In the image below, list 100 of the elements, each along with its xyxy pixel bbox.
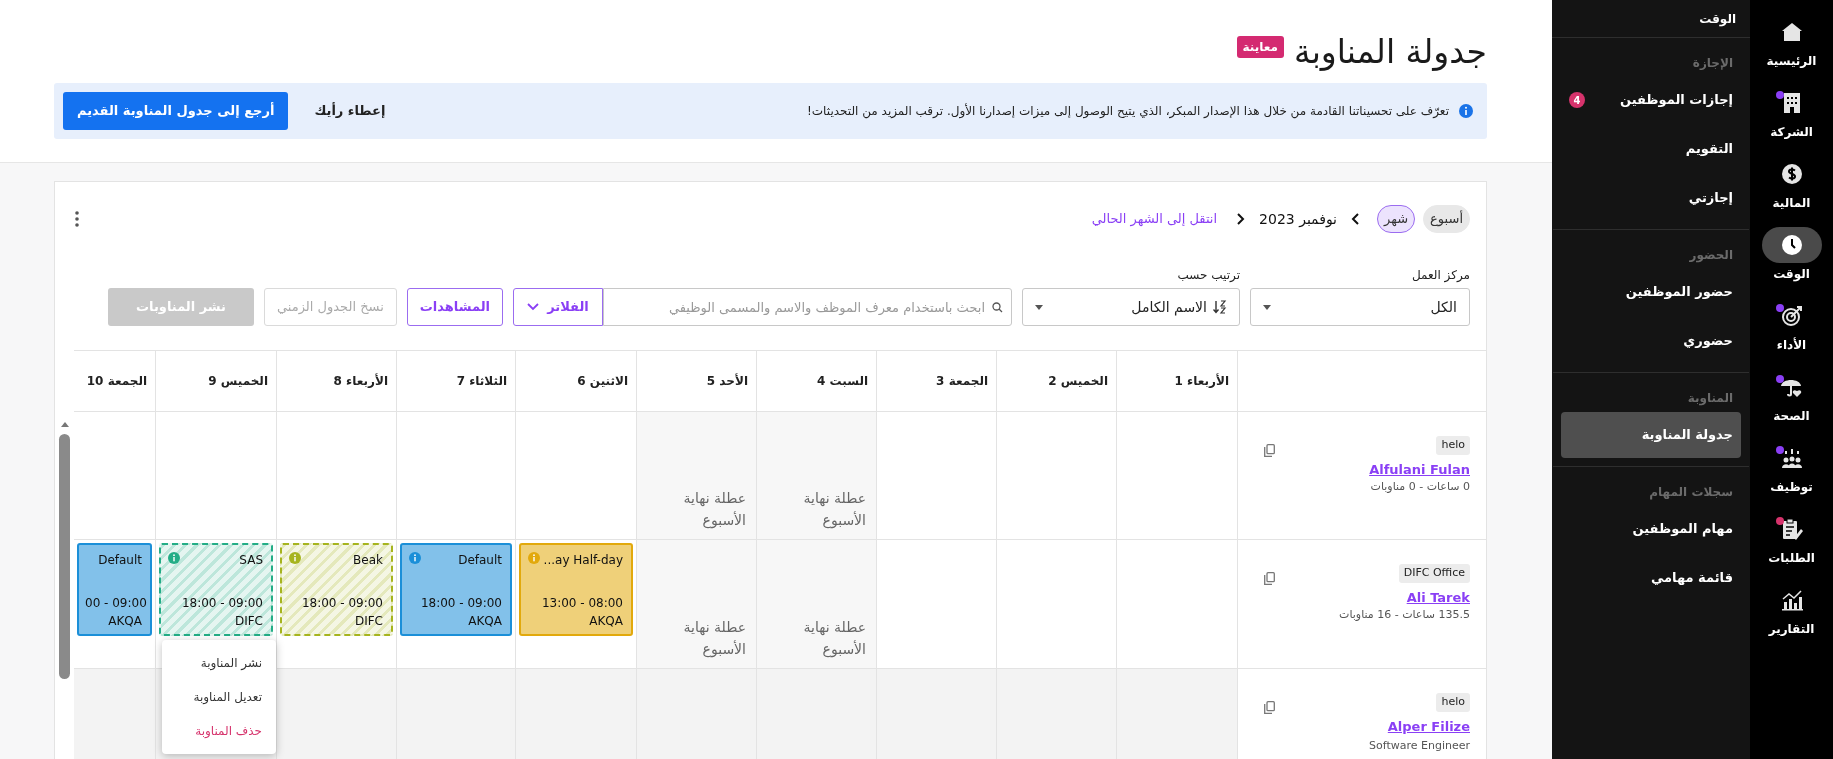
section-heading: الإجازة <box>1692 55 1733 72</box>
team-icon <box>1779 447 1804 469</box>
day-header: الثلاثاء 7 <box>396 351 515 411</box>
home-icon <box>1780 22 1803 42</box>
view-toggle[interactable]: شهر <box>1377 205 1416 233</box>
day-header: الجمعة 10 <box>85 373 148 390</box>
shift-location: AKQA <box>467 613 502 630</box>
copy-icon[interactable] <box>1264 701 1275 714</box>
copy-icon[interactable] <box>1264 572 1275 585</box>
shift-location: AKQA <box>588 613 623 630</box>
menu-item[interactable]: تعديل المناوبة <box>162 680 276 714</box>
view-toggle[interactable]: أسبوع <box>1423 205 1470 233</box>
shift-title: Default <box>98 552 142 569</box>
employee-tag: helo <box>1436 693 1470 712</box>
rail-item[interactable]: التقارير <box>1759 582 1824 653</box>
employee-tag: DIFC Office <box>1398 564 1470 583</box>
page-title: جدولة المناوبة <box>1293 31 1487 74</box>
preview-badge: معاينة <box>1236 36 1284 58</box>
employee-tag: helo <box>1436 436 1470 455</box>
weekend-label: عطلة نهاية الأسبوع <box>682 618 746 660</box>
panel-item[interactable]: حضوري <box>1561 318 1741 364</box>
panel-item[interactable]: حضور الموظفين <box>1561 269 1741 315</box>
weekend-label: عطلة نهاية الأسبوع <box>682 489 746 531</box>
old-schedule-button[interactable]: أرجع إلى جدول المناوبة القديم <box>63 92 289 130</box>
views-button[interactable]: المشاهدات <box>406 288 503 326</box>
day-header: السبت 4 <box>756 351 876 411</box>
panel-item[interactable]: التقويم <box>1561 126 1741 172</box>
scroll-up-icon[interactable] <box>60 422 69 427</box>
clock-icon <box>1780 234 1803 256</box>
shift-time: 18:00 - 09:00 <box>180 595 263 612</box>
day-header: الأربعاء 1 <box>1116 351 1237 411</box>
weekend-label: عطلة نهاية الأسبوع <box>802 489 866 531</box>
employee-summary: 0 ساعات - 0 مناوبات <box>1370 479 1470 495</box>
target-icon <box>1780 305 1803 327</box>
rail-item[interactable]: الوقت <box>1759 227 1824 298</box>
search-field[interactable]: ابحث باستخدام معرف الموظف والاسم والمسمى الوظيفي <box>603 288 1012 326</box>
panel-title: الوقت <box>1699 10 1736 28</box>
field-label: مركز العمل <box>1412 268 1470 282</box>
sort-icon <box>1213 300 1227 314</box>
work-center-select[interactable]: الكل <box>1250 288 1470 326</box>
current-month-link[interactable]: انتقل إلى الشهر الحالي <box>1091 209 1218 229</box>
section-heading: المناوبة <box>1687 390 1733 407</box>
scrollbar-thumb[interactable] <box>59 434 70 679</box>
panel-item[interactable]: جدولة المناوبة <box>1561 412 1741 458</box>
section-heading: الحضور <box>1689 247 1733 264</box>
rail-item[interactable]: الطلبات <box>1759 511 1824 582</box>
chevron-left-icon[interactable] <box>1351 212 1362 226</box>
rail-item[interactable]: توظيف <box>1759 440 1824 511</box>
shift-time: 18:00 - 09:00 <box>300 595 383 612</box>
panel-item[interactable]: قائمة مهامي <box>1561 555 1741 601</box>
employee-summary: Software Engineer <box>1369 738 1470 754</box>
section-heading: سجلات المهام <box>1649 484 1733 501</box>
search-icon <box>992 302 1003 313</box>
employee-name-link[interactable]: Alper Filize <box>1387 716 1470 736</box>
period-label: نوفمبر 2023 <box>1259 209 1338 230</box>
feedback-button[interactable]: إعطاء رأيك <box>300 92 400 130</box>
shift-title: ...ay Half-day <box>543 552 623 569</box>
rail-item[interactable]: الأداء <box>1759 298 1824 369</box>
shift-title: SAS <box>239 552 263 569</box>
chevron-down-icon <box>527 303 540 311</box>
day-header: الخميس 2 <box>996 351 1116 411</box>
shift-card[interactable]: Beak 18:00 - 09:00 DIFC <box>280 543 393 636</box>
building-icon <box>1782 92 1801 114</box>
copy-icon[interactable] <box>1264 444 1275 457</box>
caret-icon <box>1263 304 1271 310</box>
rail-item[interactable]: الشركة <box>1759 85 1824 156</box>
shift-location: DIFC <box>353 613 383 630</box>
more-options-icon[interactable] <box>75 211 79 227</box>
rail-item[interactable]: المالية <box>1759 156 1824 227</box>
chevron-right-icon[interactable] <box>1235 212 1246 226</box>
clipboard-pen-icon <box>1780 518 1803 540</box>
sort-select[interactable]: الاسم الكامل <box>1022 288 1240 326</box>
shift-card[interactable]: SAS 18:00 - 09:00 DIFC <box>159 543 273 636</box>
employee-name-link[interactable]: Ali Tarek <box>1406 587 1470 607</box>
dollar-icon <box>1780 163 1803 185</box>
shift-location: AKQA <box>107 613 142 630</box>
menu-item[interactable]: نشر المناوبة <box>162 646 276 680</box>
bar-chart-icon <box>1780 589 1803 611</box>
count-badge: 4 <box>1569 92 1585 108</box>
shift-time: 13:00 - 08:00 <box>540 595 623 612</box>
info-icon <box>1459 104 1473 118</box>
filters-button[interactable]: الفلاتر <box>513 288 603 326</box>
day-header: الجمعة 3 <box>876 351 996 411</box>
shift-card[interactable]: Default 18:00 - 09:00 AKQA <box>400 543 512 636</box>
day-header: الخميس 9 <box>155 351 276 411</box>
shift-card[interactable]: Default 00 - 09:00 AKQA <box>77 543 152 636</box>
shift-time: 18:00 - 09:00 <box>419 595 502 612</box>
rail-item[interactable]: الصحة <box>1759 369 1824 440</box>
day-header: الأحد 5 <box>636 351 756 411</box>
employee-name-link[interactable]: Alfulani Fulan <box>1369 459 1470 479</box>
panel-item[interactable]: إجازتي <box>1561 175 1741 221</box>
shift-card[interactable]: ...ay Half-day 13:00 - 08:00 AKQA <box>519 543 633 636</box>
shift-title: Beak <box>353 552 383 569</box>
employee-summary: 135.5 ساعات - 16 مناوبات <box>1339 607 1470 623</box>
day-header: الاثنين 6 <box>515 351 636 411</box>
rail-item[interactable]: الرئيسية <box>1759 14 1824 85</box>
banner-text: تعرّف على تحسيناتنا القادمة من خلال هذا الإصدار المبكر، الذي يتيح الوصول إلى ميزات إصدارنا الأول. ترقب المزيد من التحديثات! <box>807 102 1449 120</box>
panel-item[interactable]: مهام الموظفين <box>1561 506 1741 552</box>
shift-title: Default <box>458 552 502 569</box>
menu-item[interactable]: حذف المناوبة <box>162 714 276 748</box>
